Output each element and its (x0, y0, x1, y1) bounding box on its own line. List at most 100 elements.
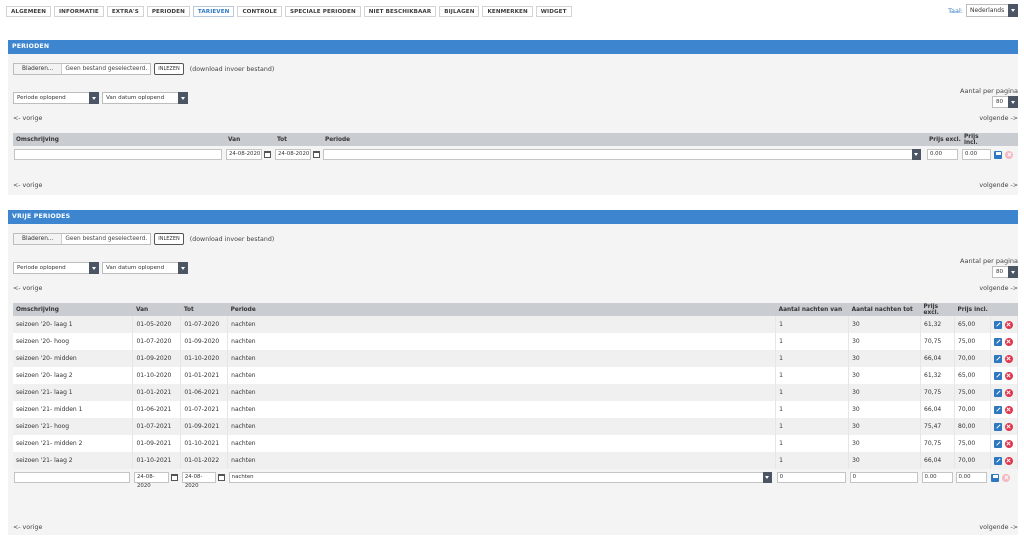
next-link[interactable]: volgende -> (979, 524, 1018, 531)
next-link[interactable]: volgende -> (979, 285, 1018, 292)
cell-tot: 01-01-2022 (180, 452, 229, 469)
cell-omschrijving: seizoen '21- midden 2 (13, 435, 134, 452)
file-input[interactable]: Bladeren... Geen bestand geselecteerd. (13, 63, 152, 75)
tab-tarieven[interactable]: TARIEVEN (192, 6, 235, 17)
download-link[interactable]: (download invoer bestand) (190, 236, 275, 243)
import-button[interactable]: INLEZEN (154, 233, 184, 245)
per-page-select[interactable]: 80 (992, 266, 1018, 278)
tab-niet-beschikbaar[interactable]: NIET BESCHIKBAAR (363, 6, 437, 17)
sort-periode-select[interactable]: Periode oplopend (13, 92, 99, 104)
edit-icon[interactable] (993, 371, 1002, 380)
chevron-down-icon[interactable] (89, 262, 99, 274)
cell-prijs-incl: 75,00 (954, 384, 991, 401)
calendar-icon[interactable] (313, 151, 320, 158)
sort-periode-select[interactable]: Periode oplopend (13, 262, 99, 274)
cell-omschrijving: seizoen '20- laag 2 (13, 367, 134, 384)
row-actions (990, 384, 1019, 401)
save-icon[interactable] (994, 150, 1002, 159)
language-selector: Taal: Nederlands (948, 4, 1018, 17)
prijs-excl-input[interactable]: 0.00 (921, 472, 953, 483)
tab-speciale-perioden[interactable]: SPECIALE PERIODEN (285, 6, 361, 17)
next-link[interactable]: volgende -> (979, 182, 1018, 189)
tab-bijlagen[interactable]: BIJLAGEN (439, 6, 480, 17)
delete-icon[interactable] (1004, 337, 1013, 346)
chevron-down-icon[interactable] (762, 472, 772, 483)
cell-prijs-excl: 66,04 (920, 452, 956, 469)
tab-kenmerken[interactable]: KENMERKEN (482, 6, 533, 17)
per-page-value: 80 (996, 99, 1004, 105)
delete-icon[interactable] (1004, 320, 1013, 329)
tab-informatie[interactable]: INFORMATIE (54, 6, 104, 17)
edit-icon[interactable] (993, 388, 1002, 397)
browse-button[interactable]: Bladeren... (14, 234, 63, 244)
delete-icon[interactable] (1004, 388, 1013, 397)
tab-controle[interactable]: CONTROLE (237, 6, 283, 17)
table-header: Omschrijving Van Tot Periode Aantal nach… (13, 303, 1018, 316)
edit-icon[interactable] (993, 354, 1002, 363)
prev-link[interactable]: <- vorige (13, 115, 42, 122)
save-icon[interactable] (991, 473, 1000, 482)
chevron-down-icon[interactable] (1008, 4, 1018, 17)
nachten-tot-input[interactable]: 0 (849, 472, 918, 483)
edit-icon[interactable] (993, 405, 1002, 414)
prev-link[interactable]: <- vorige (13, 524, 42, 531)
import-button[interactable]: INLEZEN (154, 63, 184, 75)
delete-icon[interactable] (1005, 150, 1013, 159)
delete-icon[interactable] (1004, 422, 1013, 431)
edit-icon[interactable] (993, 456, 1002, 465)
edit-icon[interactable] (993, 320, 1002, 329)
cell-periode: nachten (227, 452, 777, 469)
omschrijving-input[interactable] (14, 472, 130, 483)
van-input[interactable]: 24-08-2020 (133, 472, 169, 489)
chevron-down-icon[interactable] (89, 92, 99, 104)
delete-icon[interactable] (1004, 456, 1013, 465)
tot-input[interactable]: 24-08-2020 (181, 472, 216, 489)
per-page-select[interactable]: 80 (992, 96, 1018, 108)
table-row: seizoen '20- laag 2 01-10-2020 01-01-2021 n… (13, 367, 1019, 384)
file-input[interactable]: Bladeren... Geen bestand geselecteerd. (13, 233, 152, 245)
tab-algemeen[interactable]: ALGEMEEN (6, 6, 51, 17)
tab-extra-s[interactable]: EXTRA'S (106, 6, 144, 17)
delete-icon[interactable] (1004, 354, 1013, 363)
chevron-down-icon[interactable] (178, 262, 188, 274)
sort-periode-value: Periode oplopend (17, 265, 66, 271)
chevron-down-icon[interactable] (912, 149, 921, 160)
periode-select[interactable] (323, 149, 921, 160)
vrije-table: Omschrijving Van Tot Periode Aantal nach… (13, 303, 1019, 489)
chevron-down-icon[interactable] (178, 92, 188, 104)
omschrijving-input[interactable] (14, 149, 222, 160)
calendar-icon[interactable] (264, 151, 271, 158)
cell-nachten-tot: 30 (848, 435, 922, 452)
chevron-down-icon[interactable] (1008, 266, 1018, 278)
edit-icon[interactable] (993, 422, 1002, 431)
browse-button[interactable]: Bladeren... (14, 64, 63, 74)
chevron-down-icon[interactable] (1008, 96, 1018, 108)
delete-icon[interactable] (1002, 473, 1011, 482)
prev-link[interactable]: <- vorige (13, 285, 42, 292)
prijs-incl-input[interactable]: 0.00 (955, 472, 987, 483)
download-link[interactable]: (download invoer bestand) (190, 66, 275, 73)
edit-icon[interactable] (993, 337, 1002, 346)
col-van: Van (225, 133, 274, 146)
prev-link[interactable]: <- vorige (13, 182, 42, 189)
edit-icon[interactable] (993, 439, 1002, 448)
nachten-van-input[interactable]: 0 (776, 472, 846, 483)
periode-select[interactable]: nachten (228, 472, 772, 483)
prijs-incl-input[interactable]: 0.00 (962, 149, 991, 160)
tot-input[interactable]: 24-08-2020 (275, 149, 311, 160)
tab-perioden[interactable]: PERIODEN (146, 6, 190, 17)
sort-van-select[interactable]: Van datum oplopend (102, 262, 188, 274)
next-link[interactable]: volgende -> (979, 115, 1018, 122)
van-input[interactable]: 24-08-2020 (226, 149, 262, 160)
delete-icon[interactable] (1004, 405, 1013, 414)
delete-icon[interactable] (1004, 439, 1013, 448)
tab-widget[interactable]: WIDGET (535, 6, 572, 17)
cell-nachten-tot: 30 (848, 384, 922, 401)
calendar-icon[interactable] (170, 474, 178, 481)
calendar-icon[interactable] (217, 474, 225, 481)
delete-icon[interactable] (1004, 371, 1013, 380)
prijs-excl-input[interactable]: 0.00 (927, 149, 958, 160)
sort-van-select[interactable]: Van datum oplopend (102, 92, 188, 104)
col-van: Van (132, 303, 181, 316)
language-select[interactable]: Nederlands (966, 4, 1018, 17)
